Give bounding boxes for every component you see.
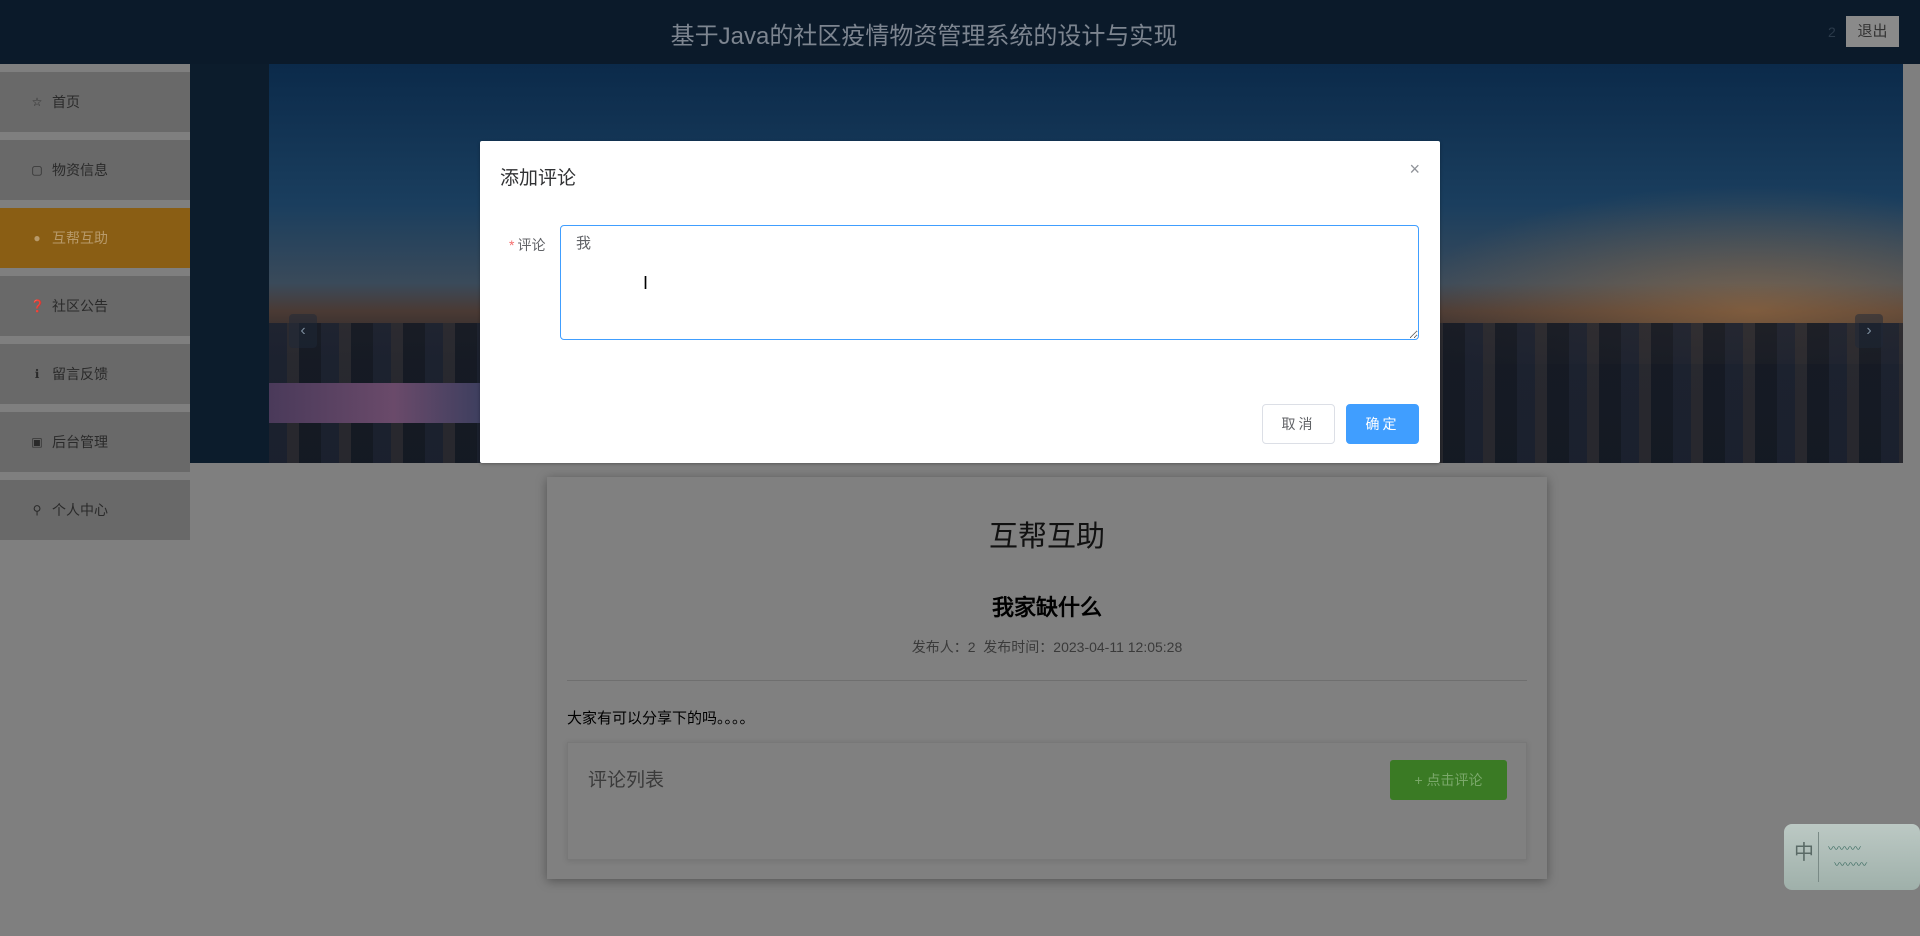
divider [1818,832,1819,882]
sidebar-item-label: 个人中心 [52,502,108,518]
sidebar-item-3[interactable]: ❓ 社区公告 [0,276,190,336]
sidebar-item-label: 后台管理 [52,434,108,450]
sidebar-item-label: 物资信息 [52,162,108,178]
bag-icon: ▢ [31,163,43,177]
add-comment-button[interactable]: + 点击评论 [1390,760,1507,800]
sidebar-item-2[interactable]: ● 互帮互助 [0,208,190,268]
cancel-button[interactable]: 取消 [1262,404,1335,444]
comments-panel: 评论列表 + 点击评论 [567,742,1527,860]
briefcase-icon: ▣ [31,435,43,449]
question-circle-icon: ❓ [30,299,45,313]
sidebar-item-label: 社区公告 [52,298,108,314]
info-circle-icon: ℹ [34,367,40,381]
comment-label-text: 评论 [517,237,546,253]
text-cursor-icon: I [643,273,649,293]
post-content: 大家有可以分享下的吗。。。。 [567,710,755,727]
sidebar-item-0[interactable]: ☆ 首页 [0,72,190,132]
comment-label: * 评论 [509,235,545,255]
logout-button[interactable]: 退出 [1846,16,1899,47]
comments-title: 评论列表 [588,770,665,791]
post-meta: 发布人：2 发布时间：2023-04-11 12:05:28 [911,639,1183,655]
close-icon[interactable]: × [1409,159,1420,180]
sidebar-item-5[interactable]: ▣ 后台管理 [0,412,190,472]
section-title: 互帮互助 [988,521,1105,553]
ime-mode[interactable]: 中 [1794,836,1814,865]
carousel-prev-button[interactable]: ‹ [289,314,317,348]
info-circle-icon: ● [33,231,41,245]
sidebar-item-1[interactable]: ▢ 物资信息 [0,140,190,200]
star-icon: ☆ [31,95,43,109]
add-comment-dialog: 添加评论 × * 评论 我 取消 确定 [480,141,1440,463]
sidebar-strip [190,64,269,463]
page-title: 基于Java的社区疫情物资管理系统的设计与实现 [670,23,1178,50]
sidebar-item-4[interactable]: ℹ 留言反馈 [0,344,190,404]
dialog-title: 添加评论 [500,168,577,189]
sidebar-item-label: 互帮互助 [52,230,108,246]
username: 2 [1828,24,1836,40]
sidebar-item-label: 留言反馈 [52,366,108,382]
carousel-next-button[interactable]: › [1855,314,1883,348]
comment-textarea[interactable]: 我 [560,225,1419,340]
help-post-card: 互帮互助 我家缺什么 发布人：2 发布时间：2023-04-11 12:05:2… [547,477,1547,879]
top-header: 基于Java的社区疫情物资管理系统的设计与实现 2 退出 [0,0,1920,64]
ime-toolbar[interactable]: 中 〰〰〰 〰〰〰 [1784,824,1920,890]
sidebar-item-label: 首页 [52,94,80,110]
sidebar-item-6[interactable]: ⚲ 个人中心 [0,480,190,540]
confirm-button[interactable]: 确定 [1346,404,1419,444]
divider [567,680,1527,681]
post-title: 我家缺什么 [991,595,1102,620]
ime-skin-icon: 〰〰〰 〰〰〰 [1828,843,1868,871]
required-mark: * [509,237,515,253]
user-icon: ⚲ [32,503,42,517]
